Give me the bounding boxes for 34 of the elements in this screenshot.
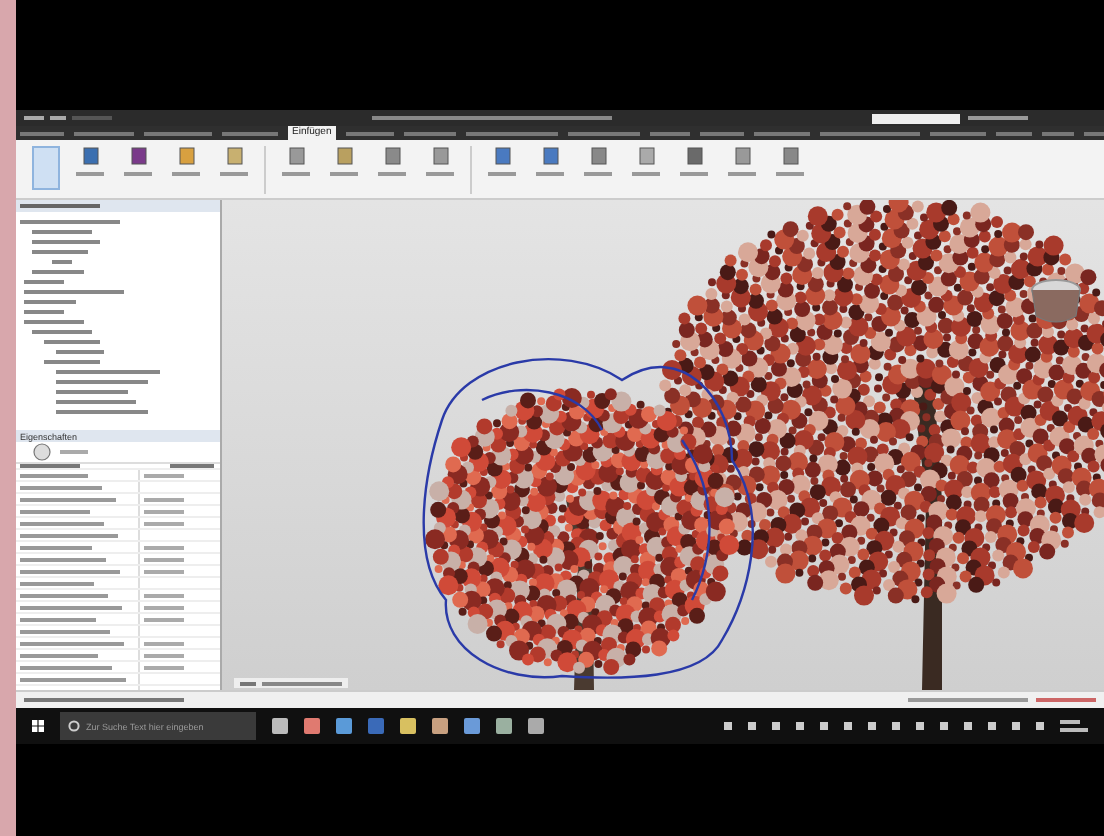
tool-icon bbox=[177, 146, 195, 166]
tray-icon[interactable] bbox=[844, 722, 852, 730]
tray-icon[interactable] bbox=[1036, 722, 1044, 730]
tool-icon bbox=[781, 146, 799, 166]
tray-icon[interactable] bbox=[892, 722, 900, 730]
tool-icon bbox=[685, 146, 703, 166]
tool-icon bbox=[733, 146, 751, 166]
tool-icon bbox=[637, 146, 655, 166]
tool-icon bbox=[383, 146, 401, 166]
tool-icon bbox=[129, 146, 147, 166]
tray-icon[interactable] bbox=[964, 722, 972, 730]
tool-icon bbox=[225, 146, 243, 166]
tray-icon[interactable] bbox=[916, 722, 924, 730]
tray-icon[interactable] bbox=[940, 722, 948, 730]
tool-icon bbox=[287, 146, 305, 166]
search-icon bbox=[68, 720, 80, 732]
tray-icon[interactable] bbox=[868, 722, 876, 730]
tray-icon[interactable] bbox=[988, 722, 996, 730]
tray-icon[interactable] bbox=[748, 722, 756, 730]
tool-icon bbox=[541, 146, 559, 166]
tray-icon[interactable] bbox=[772, 722, 780, 730]
tool-icon bbox=[493, 146, 511, 166]
start-icon[interactable] bbox=[32, 720, 44, 732]
tool-icon bbox=[81, 146, 99, 166]
modify-button[interactable] bbox=[32, 146, 60, 190]
tray-icon[interactable] bbox=[820, 722, 828, 730]
view-cube-icon bbox=[1031, 279, 1081, 323]
tray-icon[interactable] bbox=[724, 722, 732, 730]
tool-icon bbox=[589, 146, 607, 166]
search-field[interactable] bbox=[872, 113, 960, 123]
tool-icon bbox=[335, 146, 353, 166]
tray-icon[interactable] bbox=[796, 722, 804, 730]
tool-icon bbox=[431, 146, 449, 166]
tray-icon[interactable] bbox=[1012, 722, 1020, 730]
